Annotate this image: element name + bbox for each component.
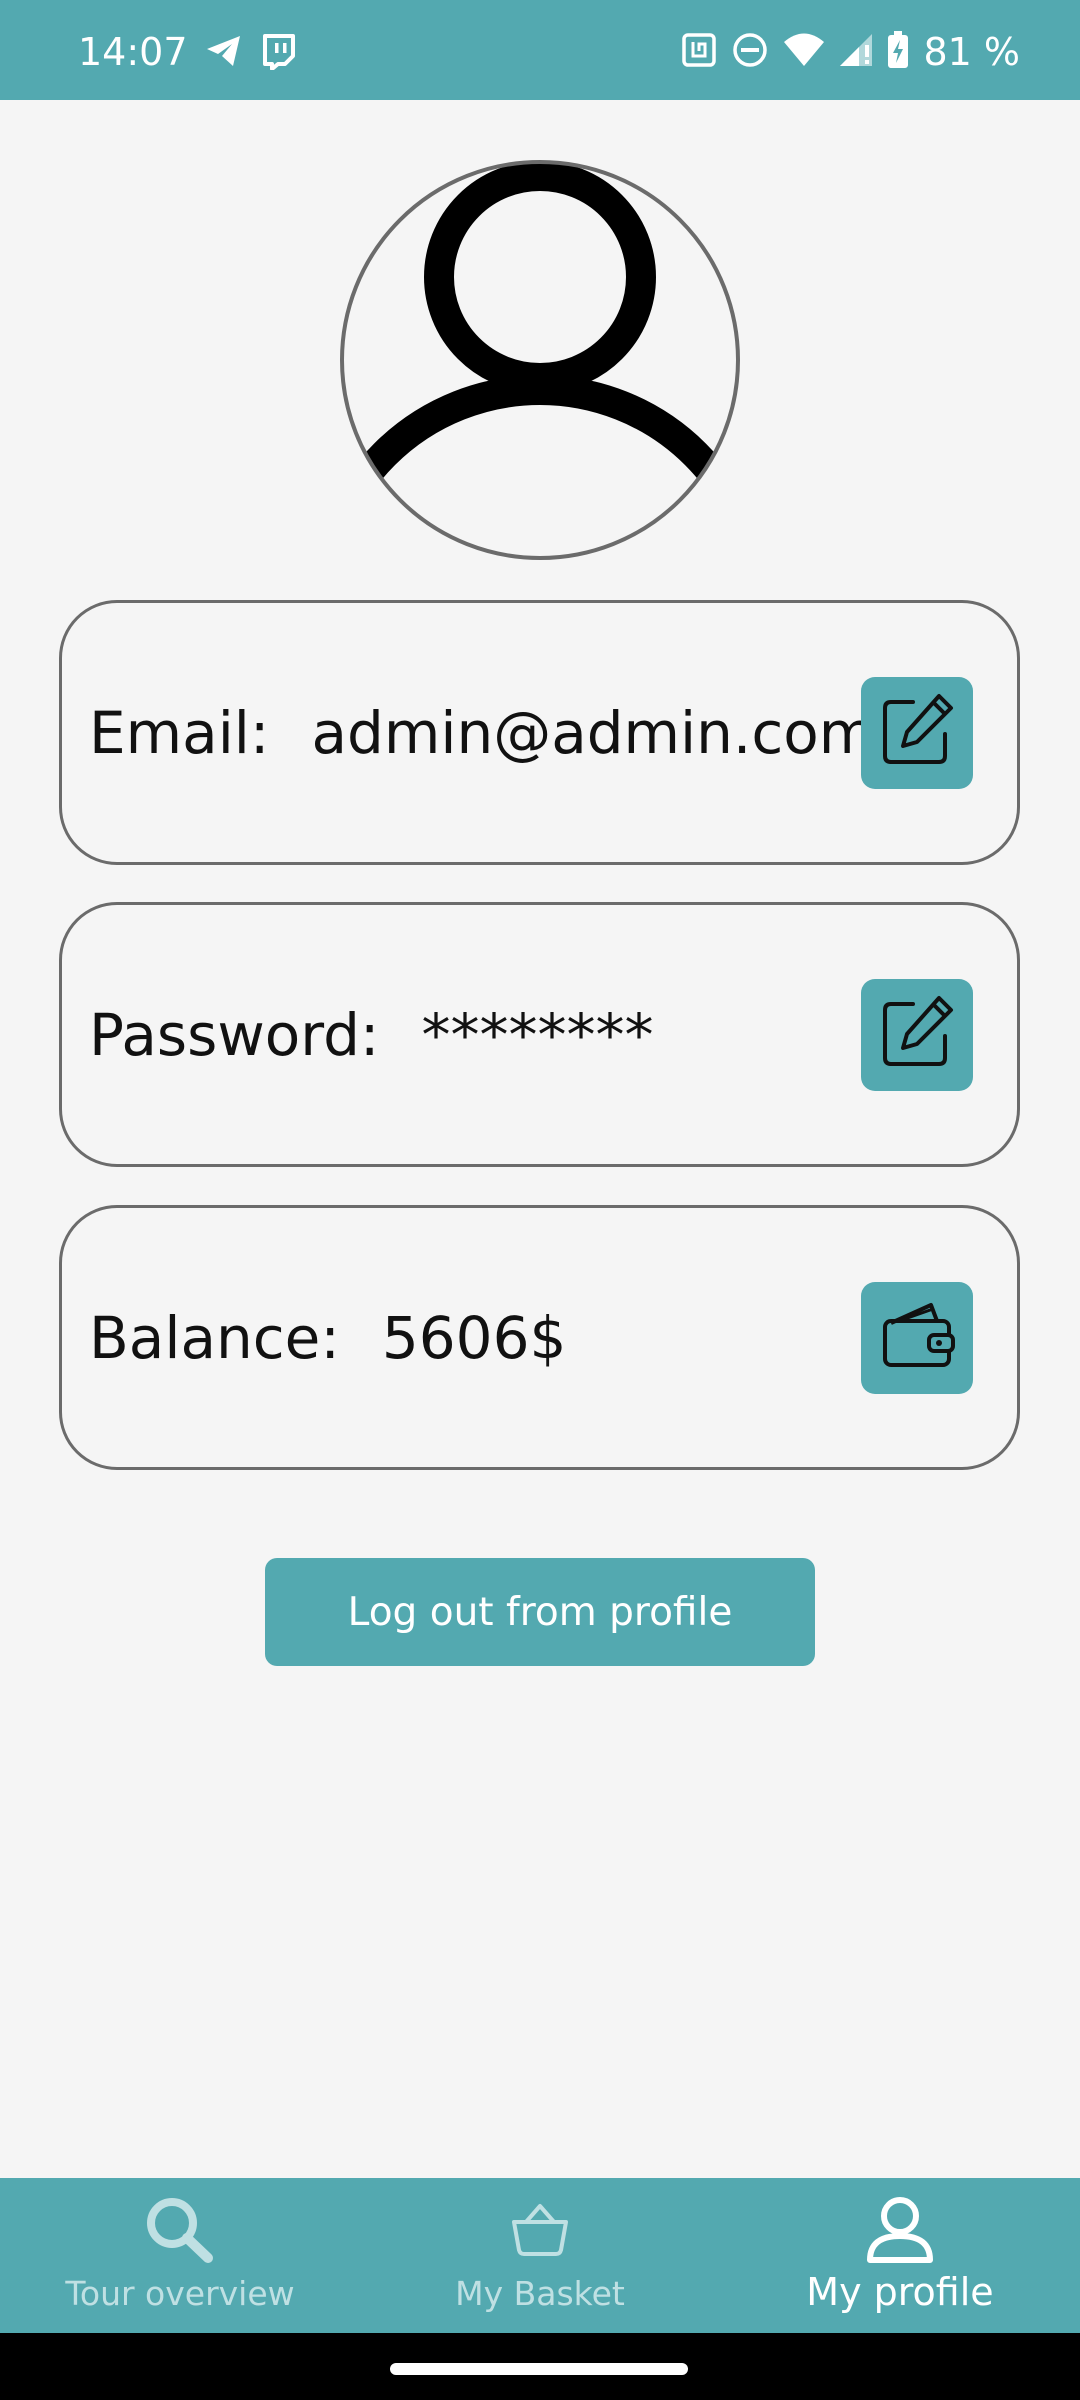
profile-screen: 14:07 81 % Email: admin@admin.com Passwo… xyxy=(0,0,1080,2400)
edit-password-button[interactable] xyxy=(861,978,973,1091)
system-navigation-bar xyxy=(0,2333,1080,2400)
twitch-icon xyxy=(261,34,295,75)
wifi-icon xyxy=(783,33,825,72)
nfc-icon xyxy=(681,32,717,73)
password-card: Password: ******** xyxy=(59,902,1020,1167)
balance-row: Balance: 5606$ xyxy=(89,1304,566,1372)
nav-item-my-basket[interactable]: My Basket xyxy=(360,2178,720,2333)
email-value: admin@admin.com xyxy=(311,698,876,767)
email-label: Email: xyxy=(89,698,270,767)
search-icon xyxy=(142,2194,218,2271)
basket-icon xyxy=(508,2194,572,2267)
balance-value: 5606$ xyxy=(381,1303,567,1372)
nav-item-tour-overview[interactable]: Tour overview xyxy=(0,2178,360,2333)
signal-icon xyxy=(839,33,873,72)
edit-email-button[interactable] xyxy=(861,676,973,789)
edit-icon xyxy=(877,690,957,775)
status-time: 14:07 xyxy=(78,30,188,74)
balance-label: Balance: xyxy=(89,1303,340,1372)
nav-label-my-basket: My Basket xyxy=(455,2274,625,2313)
bottom-navigation: Tour overview My Basket My profile xyxy=(0,2178,1080,2333)
email-row: Email: admin@admin.com xyxy=(89,699,875,767)
nav-item-my-profile[interactable]: My profile xyxy=(720,2178,1080,2333)
status-bar: 14:07 81 % xyxy=(0,0,1080,100)
do-not-disturb-icon xyxy=(731,31,769,74)
status-system-icons: 81 % xyxy=(681,30,1020,74)
profile-avatar xyxy=(340,160,740,560)
person-icon xyxy=(864,2194,936,2269)
home-gesture-handle[interactable] xyxy=(390,2363,688,2375)
balance-card: Balance: 5606$ xyxy=(59,1205,1020,1470)
edit-icon xyxy=(877,992,957,1077)
telegram-icon xyxy=(205,34,243,75)
password-value: ******** xyxy=(421,1000,654,1069)
wallet-icon xyxy=(877,1295,957,1380)
status-notification-icons xyxy=(205,34,295,75)
nav-label-tour-overview: Tour overview xyxy=(65,2274,295,2313)
email-card: Email: admin@admin.com xyxy=(59,600,1020,865)
battery-percentage: 81 % xyxy=(923,30,1020,74)
battery-charging-icon xyxy=(887,30,909,74)
password-row: Password: ******** xyxy=(89,1001,653,1069)
password-label: Password: xyxy=(89,1000,380,1069)
nav-label-my-profile: My profile xyxy=(806,2270,994,2314)
wallet-button[interactable] xyxy=(861,1281,973,1394)
logout-button[interactable]: Log out from profile xyxy=(265,1558,815,1666)
